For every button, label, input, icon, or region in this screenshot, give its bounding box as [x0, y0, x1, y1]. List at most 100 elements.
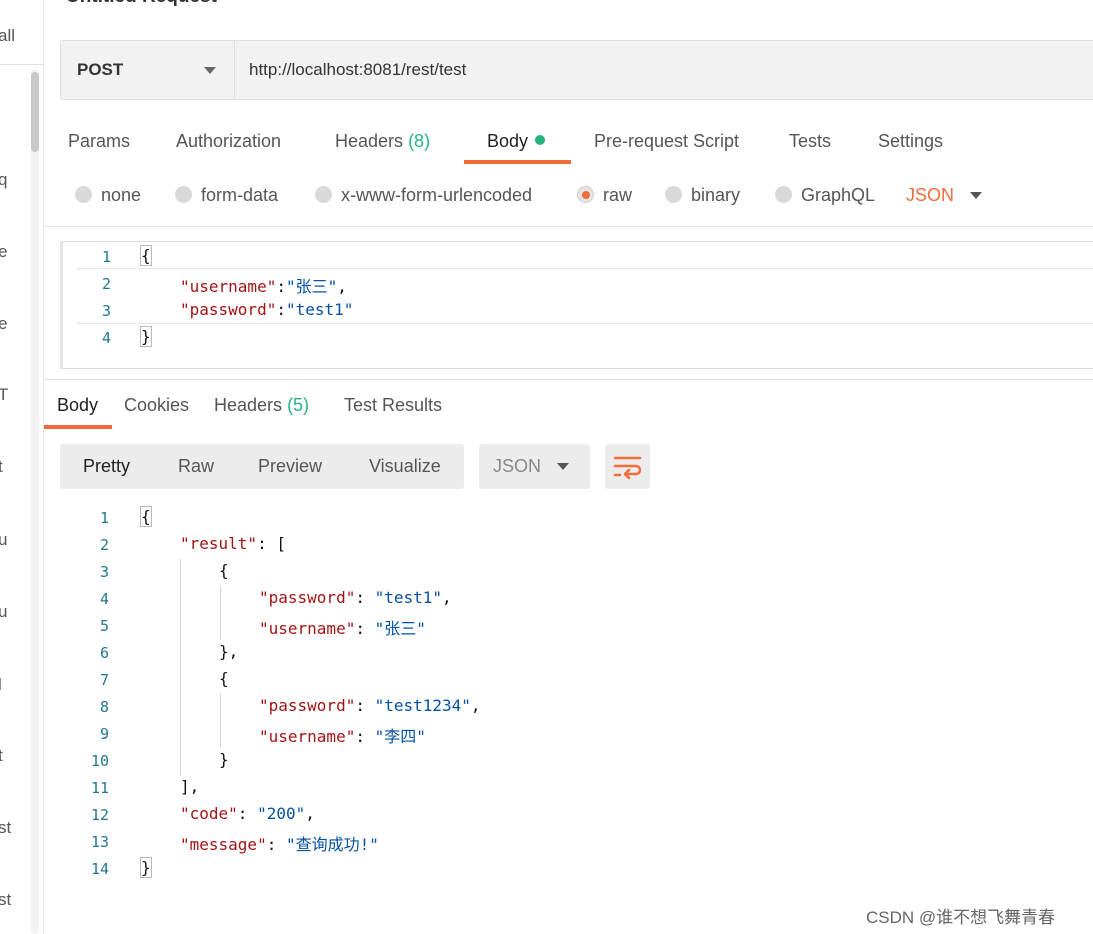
- sidebar-fragment[interactable]: st: [0, 818, 11, 838]
- line-number: 1: [101, 248, 111, 266]
- raw-button[interactable]: Raw: [178, 456, 214, 477]
- code-line[interactable]: "password":"test1": [180, 300, 353, 319]
- radio-binary-label: binary: [691, 185, 741, 205]
- tab-body[interactable]: Body: [487, 131, 546, 152]
- code-line: "message": "查询成功!": [180, 835, 379, 854]
- response-tab-body[interactable]: Body: [57, 395, 98, 416]
- line-number: 4: [101, 329, 111, 347]
- sidebar-fragment[interactable]: all: [0, 26, 15, 46]
- code-line: ],: [180, 777, 200, 796]
- body-format-select[interactable]: JSON: [906, 185, 954, 206]
- code-line: {: [140, 506, 152, 527]
- divider: [44, 379, 1093, 380]
- radio-form-data[interactable]: form-data: [175, 185, 278, 206]
- tab-body-label: Body: [487, 131, 529, 151]
- radio-icon: [75, 186, 92, 203]
- sidebar-fragment[interactable]: e: [0, 242, 7, 262]
- status-dot-icon: [535, 135, 546, 145]
- line-number: 6: [99, 644, 109, 662]
- code-line: }: [140, 857, 152, 878]
- line-number: 3: [101, 302, 111, 320]
- line-number: 8: [99, 698, 109, 716]
- code-line[interactable]: }: [140, 326, 152, 347]
- sidebar-divider: [0, 64, 43, 65]
- radio-binary[interactable]: binary: [665, 185, 740, 206]
- sidebar-fragment[interactable]: e: [0, 314, 7, 334]
- code-line: "result": [: [180, 534, 286, 553]
- line-number: 2: [101, 275, 111, 293]
- sidebar-scrollbar-track[interactable]: [31, 70, 39, 934]
- line-number: 13: [90, 833, 109, 851]
- radio-none[interactable]: none: [75, 185, 141, 206]
- code-line: {: [219, 561, 229, 580]
- response-tab-headers[interactable]: Headers (5): [214, 395, 309, 416]
- chevron-down-icon: [204, 67, 216, 74]
- radio-graphql[interactable]: GraphQL: [775, 185, 875, 206]
- radio-raw[interactable]: raw: [577, 185, 632, 206]
- tab-tests[interactable]: Tests: [789, 131, 831, 152]
- tab-authorization[interactable]: Authorization: [176, 131, 281, 152]
- json-string: "李四": [374, 727, 426, 746]
- line-number: 5: [99, 617, 109, 635]
- line-number: 14: [90, 860, 109, 878]
- radio-icon: [315, 186, 332, 203]
- response-tab-cookies[interactable]: Cookies: [124, 395, 189, 416]
- tab-headers-label: Headers: [335, 131, 404, 151]
- sidebar-scrollbar-thumb[interactable]: [31, 72, 39, 152]
- json-key: "password": [259, 588, 356, 607]
- json-string: "test1234": [374, 696, 471, 715]
- pretty-button[interactable]: Pretty: [83, 456, 130, 477]
- line-number: 7: [99, 671, 109, 689]
- code-line: "username": "张三": [259, 619, 426, 638]
- sidebar-fragment[interactable]: l: [0, 675, 2, 695]
- radio-urlencoded[interactable]: x-www-form-urlencoded: [315, 185, 532, 206]
- url-input[interactable]: http://localhost:8081/rest/test: [249, 60, 466, 80]
- radio-raw-label: raw: [603, 185, 633, 205]
- tab-prerequest-script[interactable]: Pre-request Script: [594, 131, 739, 152]
- code-line: "code": "200",: [180, 804, 315, 823]
- tab-settings[interactable]: Settings: [878, 131, 943, 152]
- json-string: "张三": [285, 277, 338, 296]
- response-tab-headers-label: Headers: [214, 395, 283, 415]
- sidebar-fragment[interactable]: t: [0, 457, 3, 477]
- request-bar: POST http://localhost:8081/rest/test: [60, 40, 1093, 100]
- visualize-button[interactable]: Visualize: [369, 456, 441, 477]
- method-select[interactable]: POST: [61, 41, 235, 99]
- line-number: 12: [90, 806, 109, 824]
- radio-graphql-label: GraphQL: [801, 185, 876, 205]
- code-line: "password": "test1",: [259, 588, 452, 607]
- request-title[interactable]: Untitled Request: [66, 0, 217, 8]
- sidebar-fragment[interactable]: u: [0, 530, 7, 550]
- json-string: "查询成功!": [285, 835, 379, 854]
- json-brace: }: [140, 857, 152, 878]
- json-string: "test1": [285, 300, 354, 319]
- json-key: "password": [259, 696, 356, 715]
- sidebar-fragment[interactable]: st: [0, 890, 11, 910]
- preview-button[interactable]: Preview: [258, 456, 322, 477]
- wrap-lines-button[interactable]: [605, 444, 650, 489]
- sidebar-fragment[interactable]: u: [0, 602, 7, 622]
- chevron-down-icon: [557, 463, 569, 470]
- radio-icon: [665, 186, 682, 203]
- chevron-down-icon[interactable]: [970, 192, 982, 199]
- response-tab-test-results[interactable]: Test Results: [344, 395, 442, 416]
- active-response-tab-indicator: [44, 425, 112, 429]
- sidebar-fragment[interactable]: T: [0, 385, 8, 405]
- response-headers-count: (5): [287, 395, 310, 415]
- radio-icon: [775, 186, 792, 203]
- indent-guide: [220, 586, 221, 639]
- code-line[interactable]: {: [140, 245, 152, 266]
- wrap-lines-icon: [613, 456, 642, 480]
- headers-count: (8): [408, 131, 431, 151]
- tab-headers[interactable]: Headers (8): [335, 131, 430, 152]
- sidebar-fragment[interactable]: t: [0, 746, 3, 766]
- sidebar-fragment[interactable]: q: [0, 170, 7, 190]
- radio-none-label: none: [101, 185, 142, 205]
- json-brace: {: [140, 245, 152, 266]
- divider: [44, 226, 1093, 227]
- code-line[interactable]: "username":"张三",: [180, 273, 347, 297]
- code-line: }: [219, 750, 229, 769]
- method-label: POST: [77, 60, 124, 79]
- code-line: },: [219, 642, 239, 661]
- tab-params[interactable]: Params: [68, 131, 130, 152]
